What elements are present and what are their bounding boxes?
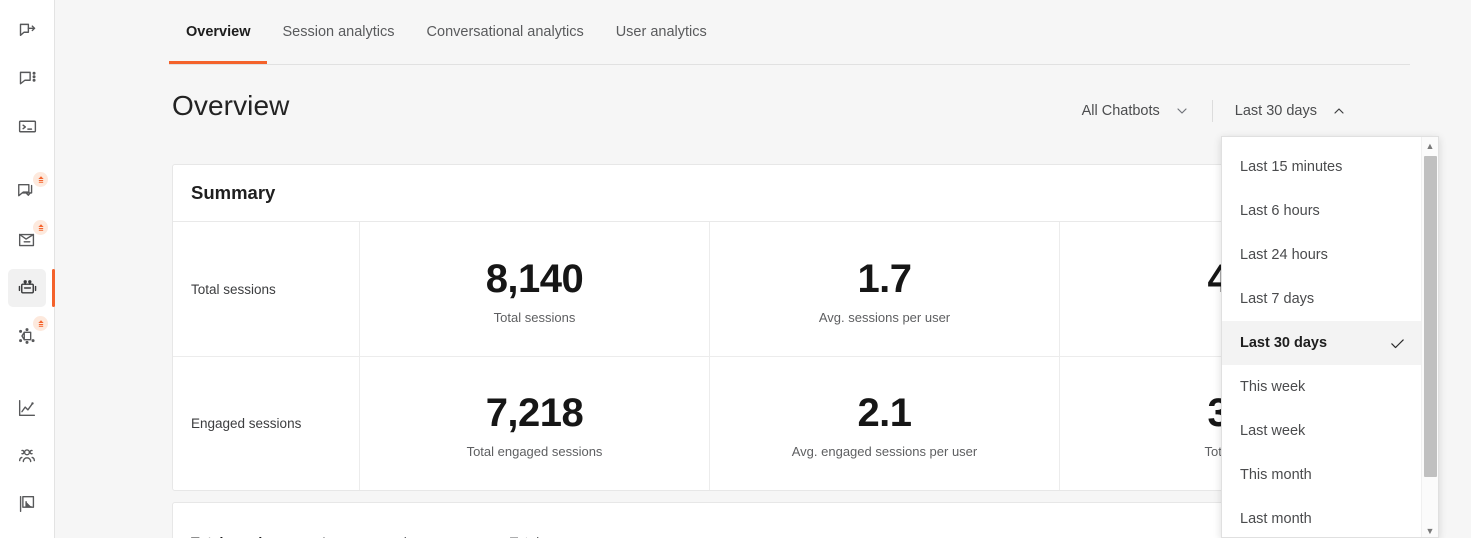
sidebar-group-3	[0, 384, 54, 538]
check-icon	[1389, 335, 1406, 352]
option-label: Last 7 days	[1240, 291, 1314, 307]
scroll-down-arrow-icon[interactable]: ▼	[1422, 522, 1438, 538]
metric-caption: Avg. engaged sessions per user	[792, 444, 978, 459]
date-option-this-month[interactable]: This month	[1222, 453, 1422, 497]
scroll-up-arrow-icon[interactable]: ▲	[1422, 137, 1438, 154]
metric-caption: Total sessions	[494, 310, 576, 325]
sidebar-item-reports[interactable]	[8, 485, 46, 523]
tab-session-analytics[interactable]: Session analytics	[267, 23, 411, 64]
filter-divider	[1212, 100, 1213, 122]
chatbot-icon	[16, 277, 39, 300]
date-range-options: Last 15 minutes Last 6 hours Last 24 hou…	[1222, 137, 1422, 538]
tab-label: Overview	[186, 24, 251, 40]
date-option-last-month[interactable]: Last month	[1222, 497, 1422, 538]
users-group-icon	[16, 445, 38, 467]
date-range-dropdown[interactable]: Last 30 days	[1227, 97, 1355, 125]
tab-label: Session analytics	[283, 24, 395, 40]
option-label: Last 15 minutes	[1240, 159, 1342, 175]
date-option-last-6-hours[interactable]: Last 6 hours	[1222, 189, 1422, 233]
sidebar-group-2	[0, 168, 54, 360]
tab-label: Conversational analytics	[427, 24, 584, 40]
tab-label: User analytics	[616, 24, 707, 40]
metric-caption: Avg. sessions per user	[819, 310, 950, 325]
sidebar-item-analytics[interactable]	[8, 389, 46, 427]
tab-overview[interactable]: Overview	[169, 23, 267, 64]
metric-value: 8,140	[486, 258, 584, 300]
date-option-last-week[interactable]: Last week	[1222, 409, 1422, 453]
date-range-label: Last 30 days	[1235, 103, 1317, 119]
chevron-up-icon	[1331, 103, 1347, 119]
date-option-last-15-minutes[interactable]: Last 15 minutes	[1222, 145, 1422, 189]
main-content: Overview Session analytics Conversationa…	[55, 0, 1471, 538]
chart-tab-label: Total users	[510, 534, 578, 538]
sidebar-group-1	[0, 0, 54, 150]
option-label: This month	[1240, 467, 1312, 483]
reports-icon	[16, 493, 38, 515]
date-option-this-week[interactable]: This week	[1222, 365, 1422, 409]
option-label: Last 6 hours	[1240, 203, 1320, 219]
chart-tab-label: Total sessions	[191, 534, 287, 538]
metric-value: 7,218	[486, 392, 584, 434]
chart-tab-average-session-per-user[interactable]: Average session per user	[319, 516, 478, 538]
option-label: Last 30 days	[1240, 335, 1327, 351]
analytics-chart-icon	[16, 397, 38, 419]
option-label: Last week	[1240, 423, 1305, 439]
chevron-down-icon	[1174, 103, 1190, 119]
sidebar-item-chat-options[interactable]	[8, 59, 46, 97]
chart-tab-label: Average session per user	[319, 534, 478, 538]
upgrade-badge-icon	[33, 172, 48, 187]
metric-total-sessions: 8,140 Total sessions	[359, 222, 709, 356]
sidebar-item-chatbot[interactable]	[8, 269, 46, 307]
row-label: Total sessions	[173, 222, 359, 356]
chart-tab-total-users[interactable]: Total users	[510, 516, 578, 538]
sidebar-item-share-chat[interactable]	[8, 11, 46, 49]
scrollbar-thumb[interactable]	[1424, 156, 1437, 477]
upgrade-badge-icon	[33, 220, 48, 235]
metric-avg-sessions-per-user: 1.7 Avg. sessions per user	[709, 222, 1059, 356]
sidebar-item-terminal[interactable]	[8, 107, 46, 145]
upgrade-badge-icon	[33, 316, 48, 331]
sidebar-item-inbox[interactable]	[8, 221, 46, 259]
option-label: This week	[1240, 379, 1305, 395]
terminal-icon	[17, 116, 38, 137]
chatbot-filter-label: All Chatbots	[1082, 103, 1160, 119]
dropdown-scrollbar[interactable]: ▲ ▼	[1421, 137, 1438, 538]
analytics-tabbar: Overview Session analytics Conversationa…	[169, 23, 1410, 65]
sidebar-item-multi-chat[interactable]	[8, 173, 46, 211]
sidebar-item-users[interactable]	[8, 437, 46, 475]
date-option-last-24-hours[interactable]: Last 24 hours	[1222, 233, 1422, 277]
left-sidebar	[0, 0, 55, 538]
option-label: Last 24 hours	[1240, 247, 1328, 263]
date-option-last-7-days[interactable]: Last 7 days	[1222, 277, 1422, 321]
metric-value: 2.1	[857, 392, 911, 434]
metric-total-engaged-sessions: 7,218 Total engaged sessions	[359, 357, 709, 490]
page-title: Overview	[172, 90, 290, 122]
sidebar-item-ai-agent[interactable]	[8, 317, 46, 355]
tab-user-analytics[interactable]: User analytics	[600, 23, 723, 64]
sidebar-item-storefront[interactable]	[8, 533, 46, 538]
share-chat-icon	[17, 20, 38, 41]
filter-bar: All Chatbots Last 30 days	[1074, 97, 1355, 125]
metric-avg-engaged-sessions-per-user: 2.1 Avg. engaged sessions per user	[709, 357, 1059, 490]
app-root: Overview Session analytics Conversationa…	[0, 0, 1471, 538]
chat-options-icon	[17, 68, 38, 89]
metric-caption: Total engaged sessions	[467, 444, 603, 459]
row-label: Engaged sessions	[173, 357, 359, 490]
option-label: Last month	[1240, 511, 1312, 527]
tab-conversational-analytics[interactable]: Conversational analytics	[411, 23, 600, 64]
chart-tab-total-sessions[interactable]: Total sessions	[191, 516, 287, 538]
date-range-menu: Last 15 minutes Last 6 hours Last 24 hou…	[1221, 136, 1439, 538]
metric-value: 1.7	[857, 258, 911, 300]
chatbot-filter-dropdown[interactable]: All Chatbots	[1074, 97, 1198, 125]
date-option-last-30-days[interactable]: Last 30 days	[1222, 321, 1422, 365]
